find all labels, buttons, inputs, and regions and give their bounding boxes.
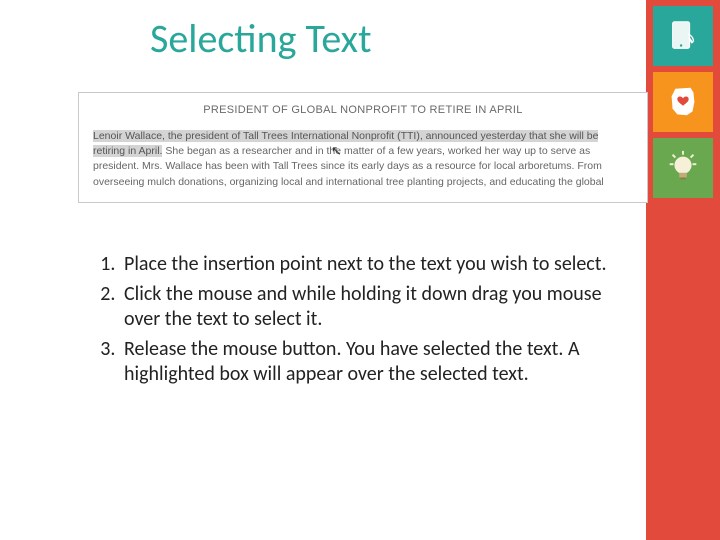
step-3: Release the mouse button. You have selec… [120,337,616,388]
ohio-heart-icon [664,83,702,121]
step-1: Place the insertion point next to the te… [120,252,616,278]
rail-tile-touch [653,6,713,66]
touch-device-icon [664,17,702,55]
rail-tile-ohio [653,72,713,132]
lightbulb-icon [664,149,702,187]
document-rest-text: She began as a researcher and in the mat… [93,145,604,187]
document-headline: PRESIDENT OF GLOBAL NONPROFIT TO RETIRE … [93,103,633,119]
slide-title: Selecting Text [150,14,372,63]
document-body: Lenoir Wallace, the president of Tall Tr… [93,129,633,190]
step-2: Click the mouse and while holding it dow… [120,282,616,333]
document-sample: PRESIDENT OF GLOBAL NONPROFIT TO RETIRE … [78,92,648,203]
rail-tile-bulb [653,138,713,198]
right-icon-rail [646,0,720,540]
instruction-steps: Place the insertion point next to the te… [86,252,616,392]
